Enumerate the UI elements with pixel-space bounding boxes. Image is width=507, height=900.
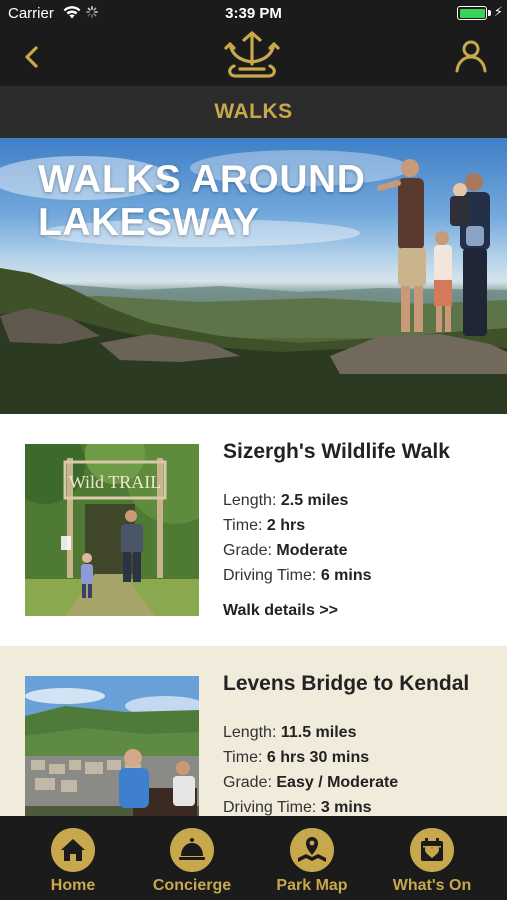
walk-driving-label: Driving Time: <box>223 567 317 584</box>
walk-driving-value: 3 mins <box>320 799 372 816</box>
walk-length-label: Length: <box>223 724 277 741</box>
profile-person-icon[interactable] <box>453 38 489 74</box>
clock: 3:39 PM <box>225 5 282 22</box>
walk-title[interactable]: Sizergh's Wildlife Walk <box>223 440 450 464</box>
status-bar: Carrier 3:39 PM ⚡ <box>0 0 507 28</box>
walk-time-label: Time: <box>223 749 263 766</box>
walk-driving-label: Driving Time: <box>223 799 317 816</box>
hero-title: WALKS AROUND LAKESWAY <box>38 158 365 244</box>
walk-time-label: Time: <box>223 517 263 534</box>
walk-driving-value: 6 mins <box>320 567 372 584</box>
battery-icon <box>457 6 487 20</box>
map-pin-icon[interactable] <box>290 828 334 872</box>
walk-card[interactable]: Levens Bridge to Kendal Length: 11.5 mil… <box>0 646 507 816</box>
back-chevron-icon[interactable] <box>16 41 48 73</box>
crown-trident-logo-icon[interactable] <box>218 30 286 84</box>
walk-driving-row: Driving Time: 6 mins <box>223 563 372 588</box>
walk-title[interactable]: Levens Bridge to Kendal <box>223 672 469 696</box>
walk-grade-row: Grade: Moderate <box>223 538 372 563</box>
walk-length-row: Length: 11.5 miles <box>223 720 398 745</box>
walk-time-value: 2 hrs <box>266 517 306 534</box>
hero-title-line-2: LAKESWAY <box>38 201 260 244</box>
walk-grade-label: Grade: <box>223 542 272 559</box>
walk-time-value: 6 hrs 30 mins <box>266 749 370 766</box>
tab-concierge-label: Concierge <box>152 877 232 894</box>
wild-trail-photo: Wild TRAIL <box>25 444 199 616</box>
home-icon[interactable] <box>51 828 95 872</box>
walk-length-value: 2.5 miles <box>280 492 349 509</box>
hero-banner: WALKS AROUND LAKESWAY <box>0 138 507 414</box>
walk-thumbnail[interactable] <box>25 676 199 816</box>
tab-home[interactable]: Home <box>10 816 136 900</box>
walk-info: Length: 11.5 miles Time: 6 hrs 30 mins G… <box>223 720 398 816</box>
walk-time-row: Time: 6 hrs 30 mins <box>223 745 398 770</box>
walk-grade-value: Moderate <box>276 542 348 559</box>
tab-home-label: Home <box>50 877 96 894</box>
walk-length-label: Length: <box>223 492 277 509</box>
walk-thumbnail[interactable]: Wild TRAIL <box>25 444 199 616</box>
walk-length-value: 11.5 miles <box>280 724 357 741</box>
walk-details-link[interactable]: Walk details >> <box>223 602 338 620</box>
tab-concierge[interactable]: Concierge <box>129 816 255 900</box>
kendal-town-photo <box>25 676 199 816</box>
walk-card[interactable]: Wild TRAIL Sizergh's Wildlife Walk Lengt… <box>0 414 507 646</box>
walk-grade-value: Easy / Moderate <box>276 774 399 791</box>
walk-length-row: Length: 2.5 miles <box>223 488 372 513</box>
tab-park-map[interactable]: Park Map <box>249 816 375 900</box>
walk-info: Length: 2.5 miles Time: 2 hrs Grade: Mod… <box>223 488 372 588</box>
tab-whats-on-label: What's On <box>392 877 472 894</box>
service-bell-icon[interactable] <box>170 828 214 872</box>
bottom-tab-bar: Home Concierge Park Map What's On <box>0 816 507 900</box>
hero-title-line-1: WALKS AROUND <box>38 158 366 201</box>
tab-whats-on[interactable]: What's On <box>369 816 495 900</box>
tab-park-map-label: Park Map <box>276 877 348 894</box>
walk-grade-row: Grade: Easy / Moderate <box>223 770 398 795</box>
battery-tip <box>488 10 491 16</box>
walk-grade-label: Grade: <box>223 774 272 791</box>
calendar-heart-icon[interactable] <box>410 828 454 872</box>
section-title: WALKS <box>0 86 507 138</box>
charging-bolt-icon: ⚡ <box>493 4 503 19</box>
walk-time-row: Time: 2 hrs <box>223 513 372 538</box>
thumb-sign-text: Wild TRAIL <box>69 472 161 492</box>
walk-driving-row: Driving Time: 3 mins <box>223 795 398 816</box>
navigation-bar <box>0 28 507 86</box>
